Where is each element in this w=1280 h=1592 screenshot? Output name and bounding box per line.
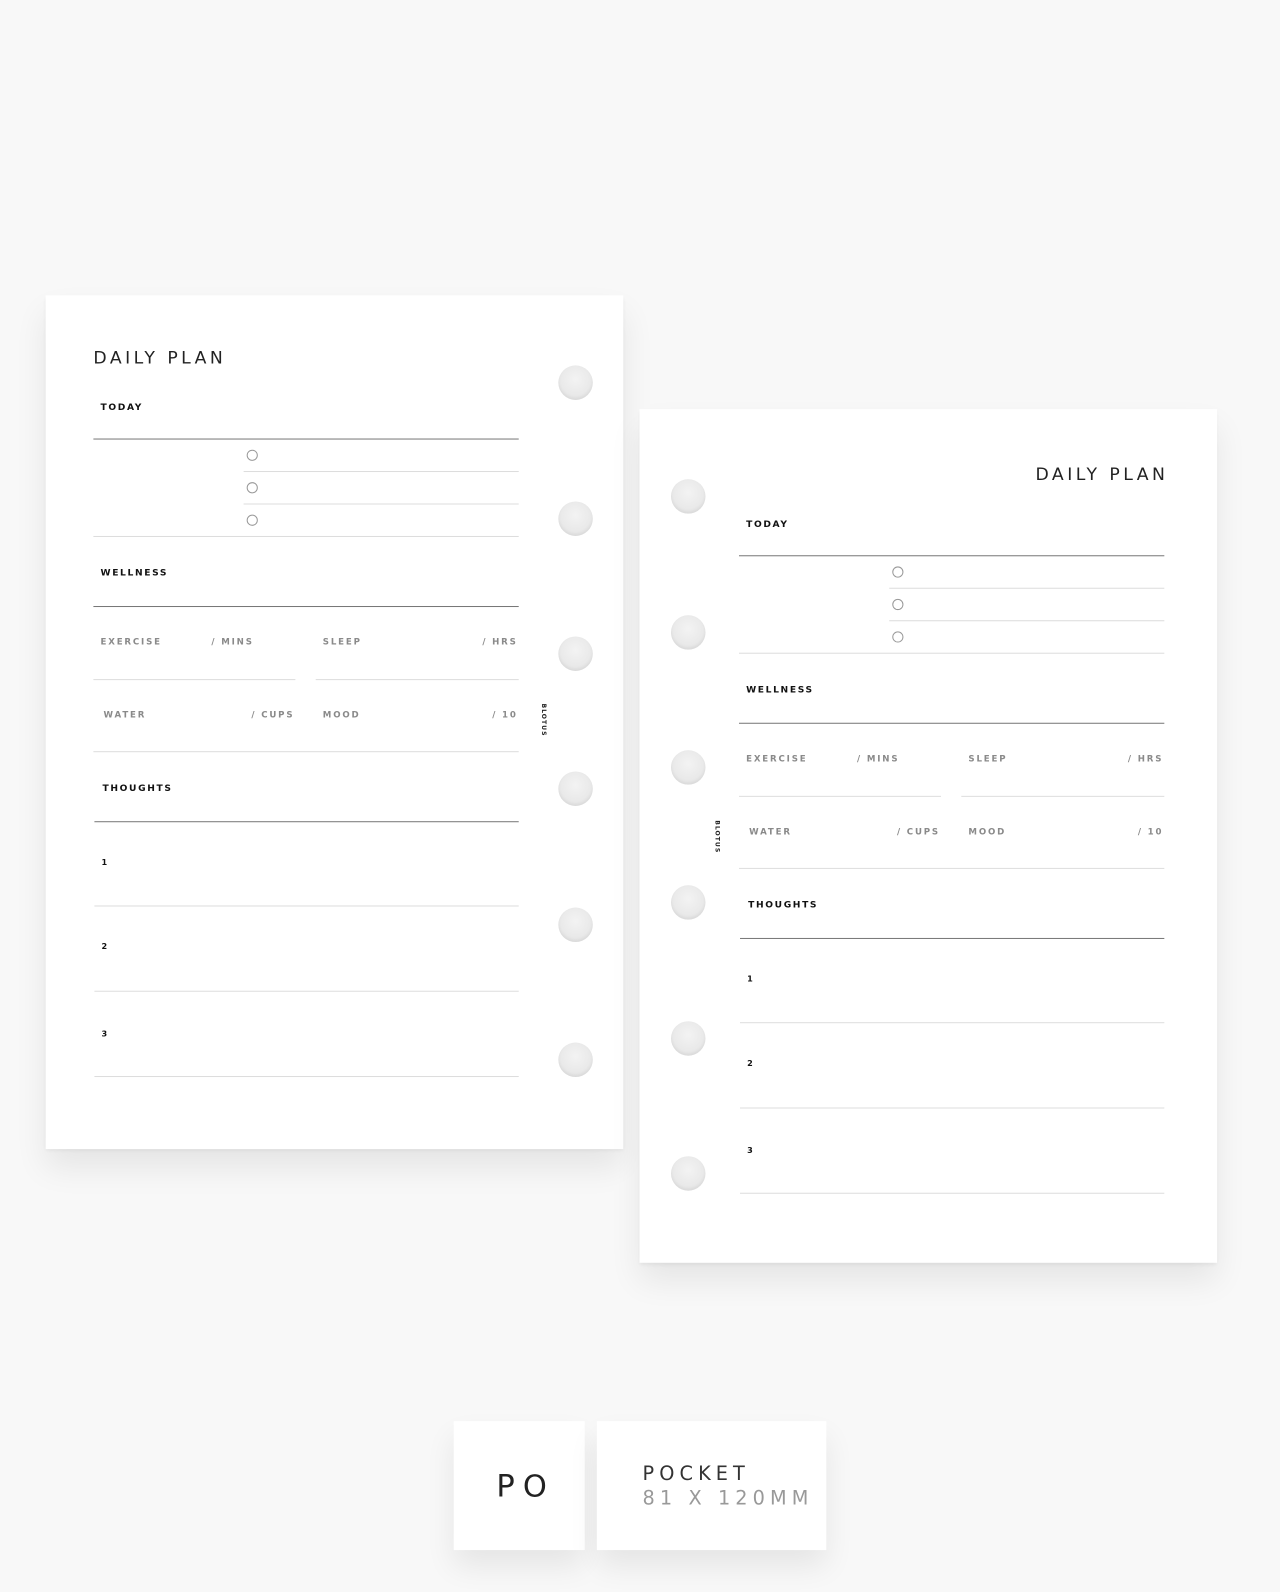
checkbox-circle[interactable] — [246, 449, 258, 461]
wellness-field-label: WATER — [103, 710, 147, 721]
ring-hole — [558, 907, 593, 943]
ring-hole — [558, 365, 593, 400]
thought-number: 3 — [101, 1029, 108, 1039]
task-line — [243, 471, 519, 473]
wellness-field-label: MOOD — [322, 710, 361, 721]
page-title: DAILY PLAN — [93, 348, 227, 369]
ring-hole — [670, 615, 706, 650]
size-code-badge: PO — [453, 1421, 585, 1551]
field-line — [738, 867, 1165, 869]
task-line — [889, 587, 1165, 589]
thoughts-label: THOUGHTS — [748, 900, 819, 911]
field-line — [315, 679, 519, 681]
field-line — [738, 795, 941, 797]
size-code: PO — [496, 1468, 555, 1505]
wellness-field-unit: / CUPS — [251, 710, 295, 721]
brand-logo: BLOTUS — [713, 820, 721, 854]
thoughts-label: THOUGHTS — [102, 783, 173, 794]
page-title: DAILY PLAN — [1035, 464, 1169, 486]
thought-line — [94, 1076, 519, 1078]
ring-hole — [670, 1156, 706, 1191]
divider — [740, 937, 1165, 939]
ring-hole — [670, 885, 706, 920]
wellness-field-label: EXERCISE — [746, 754, 808, 765]
today-label: TODAY — [746, 519, 789, 530]
wellness-field-unit: / CUPS — [896, 827, 940, 838]
task-line — [243, 503, 519, 505]
size-dimensions: 81 X 120MM — [642, 1487, 814, 1510]
checkbox-circle[interactable] — [892, 631, 904, 643]
brand-logo: BLOTUS — [540, 703, 548, 737]
task-line — [738, 652, 1165, 654]
planner-page-left: DAILY PLAN TODAY WELLNESS EXERCISE / MINS SLE… — [45, 295, 624, 1150]
wellness-field-label: MOOD — [968, 827, 1007, 838]
thought-line — [94, 990, 519, 992]
wellness-field-unit: / MINS — [211, 637, 254, 648]
divider — [738, 722, 1165, 724]
divider — [738, 555, 1165, 557]
field-line — [93, 679, 296, 681]
divider — [93, 438, 519, 440]
wellness-field-unit: / 10 — [1137, 827, 1164, 838]
stage: DAILY PLAN TODAY WELLNESS EXERCISE / MINS SLE… — [0, 0, 1280, 1592]
wellness-field-unit: / HRS — [482, 637, 518, 648]
wellness-field-label: WATER — [749, 827, 792, 838]
ring-hole — [558, 771, 593, 806]
thought-number: 1 — [101, 857, 108, 867]
divider — [94, 821, 519, 823]
ring-hole — [670, 750, 706, 785]
wellness-label: WELLNESS — [100, 568, 169, 579]
ring-hole — [670, 479, 706, 514]
wellness-field-unit: / HRS — [1127, 754, 1164, 765]
planner-page-right: DAILY PLAN TODAY WELLNESS EXERCISE / MINS SLE… — [639, 409, 1218, 1263]
ring-hole — [558, 1042, 593, 1078]
thought-line — [740, 1107, 1165, 1109]
field-line — [93, 751, 519, 753]
checkbox-circle[interactable] — [892, 566, 904, 578]
thought-number: 1 — [747, 974, 753, 984]
thought-number: 2 — [101, 942, 108, 952]
today-label: TODAY — [100, 402, 144, 414]
thought-number: 2 — [747, 1058, 753, 1068]
field-line — [961, 795, 1165, 797]
size-info-badge: POCKET 81 X 120MM — [596, 1421, 827, 1551]
ring-hole — [558, 636, 593, 671]
task-line — [889, 620, 1165, 622]
thought-line — [740, 1192, 1165, 1194]
thought-line — [94, 905, 519, 907]
checkbox-circle[interactable] — [246, 482, 258, 494]
thought-line — [740, 1022, 1165, 1024]
checkbox-circle[interactable] — [892, 598, 904, 611]
wellness-field-unit: / 10 — [492, 710, 518, 721]
wellness-field-label: EXERCISE — [100, 637, 162, 648]
wellness-field-unit: / MINS — [857, 754, 900, 765]
wellness-field-label: SLEEP — [968, 754, 1008, 765]
size-name: POCKET — [642, 1462, 750, 1486]
checkbox-circle[interactable] — [246, 514, 258, 526]
task-line — [93, 535, 519, 537]
wellness-label: WELLNESS — [746, 685, 814, 696]
ring-hole — [670, 1021, 706, 1056]
wellness-field-label: SLEEP — [322, 637, 362, 648]
ring-hole — [558, 501, 593, 536]
thought-number: 3 — [747, 1146, 753, 1156]
divider — [93, 606, 519, 608]
